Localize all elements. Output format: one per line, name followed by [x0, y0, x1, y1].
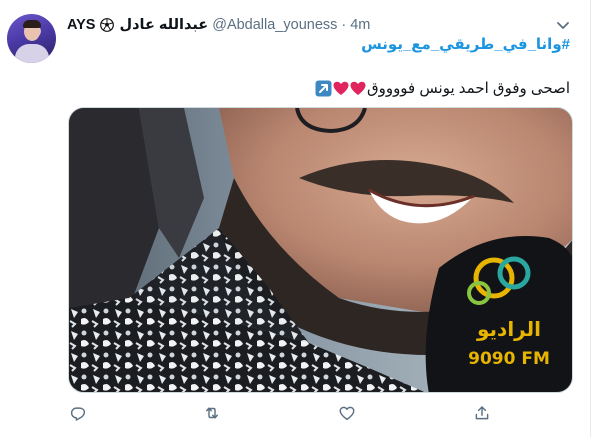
display-name-prefix[interactable]: AYS: [67, 17, 95, 33]
tweet-header: AYS عبدالله عادل @Abdalla_youness · 4m: [67, 15, 370, 35]
tweet-text: اصحى وفوق احمد يونس فووووق: [314, 79, 570, 97]
avatar-hair: [23, 20, 41, 28]
like-icon[interactable]: [338, 404, 360, 426]
avatar-shirt: [15, 44, 49, 63]
display-name[interactable]: عبدالله عادل: [119, 17, 208, 33]
soccer-ball-icon: [100, 18, 115, 32]
hashtag-link[interactable]: #وانا_في_طريقي_مع_يونس: [361, 35, 570, 53]
chevron-down-icon[interactable]: [554, 16, 572, 34]
share-icon[interactable]: [473, 404, 495, 426]
avatar[interactable]: [7, 14, 56, 63]
tweet-photo[interactable]: الراديو 9090 FM: [68, 107, 573, 393]
tweet-card[interactable]: AYS عبدالله عادل @Abdalla_youness · 4m #…: [0, 0, 591, 437]
tweet-body: اصحى وفوق احمد يونس فووووق: [366, 80, 570, 97]
radio-logo-fm: 9090 FM: [468, 349, 550, 369]
red-heart-icon: [350, 81, 366, 96]
red-heart-icon: [333, 81, 349, 96]
timestamp[interactable]: 4m: [350, 17, 370, 33]
radio-logo-arabic: الراديو: [476, 317, 541, 341]
photo-image: الراديو 9090 FM: [69, 108, 572, 392]
retweet-icon[interactable]: [203, 404, 225, 426]
reply-icon[interactable]: [69, 404, 91, 426]
up-right-arrow-icon: [315, 80, 332, 97]
separator-dot: ·: [341, 17, 347, 33]
user-handle[interactable]: @Abdalla_youness: [212, 17, 337, 33]
tweet-actions: [67, 400, 507, 430]
